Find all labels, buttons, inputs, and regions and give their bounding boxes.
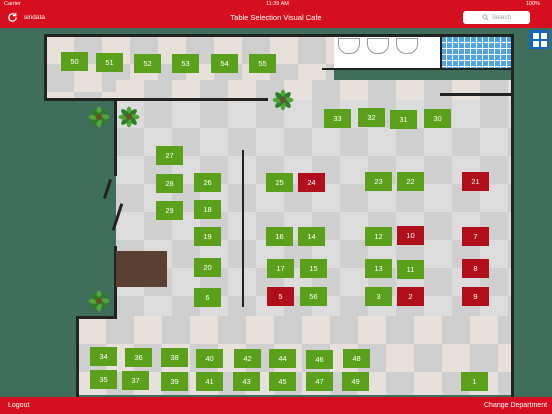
table-36[interactable]: 36 — [125, 348, 152, 367]
search-input[interactable]: Search — [463, 11, 530, 24]
table-46[interactable]: 46 — [306, 350, 333, 369]
table-13[interactable]: 13 — [365, 259, 392, 278]
table-25[interactable]: 25 — [266, 173, 293, 192]
bottom-bar: Logout Change Department — [0, 397, 552, 414]
wall — [76, 316, 79, 397]
wall — [440, 93, 512, 96]
table-40[interactable]: 40 — [196, 349, 223, 368]
table-19[interactable]: 19 — [194, 227, 221, 246]
table-28[interactable]: 28 — [156, 174, 183, 193]
table-35[interactable]: 35 — [90, 370, 117, 389]
table-52[interactable]: 52 — [134, 54, 161, 73]
plant-icon — [272, 89, 294, 111]
table-30[interactable]: 30 — [424, 109, 451, 128]
grid-view-icon[interactable] — [529, 30, 549, 49]
table-34[interactable]: 34 — [90, 347, 117, 366]
table-48[interactable]: 48 — [343, 349, 370, 368]
table-14[interactable]: 14 — [298, 227, 325, 246]
restroom-tiles — [440, 36, 512, 69]
search-icon — [482, 14, 489, 21]
table-10[interactable]: 10 — [397, 226, 424, 245]
wall — [440, 36, 442, 69]
clock: 11:39 AM — [266, 1, 289, 7]
wall — [44, 34, 47, 101]
table-7[interactable]: 7 — [462, 227, 489, 246]
wall — [76, 316, 117, 319]
table-41[interactable]: 41 — [196, 372, 223, 391]
navigation-bar: sindata Table Selection Visual Cafe Sear… — [0, 8, 552, 28]
table-54[interactable]: 54 — [211, 54, 238, 73]
table-12[interactable]: 12 — [365, 227, 392, 246]
wall — [322, 68, 514, 70]
table-44[interactable]: 44 — [269, 349, 296, 368]
table-26[interactable]: 26 — [194, 173, 221, 192]
wall — [511, 34, 514, 397]
table-39[interactable]: 39 — [161, 372, 188, 391]
table-53[interactable]: 53 — [172, 54, 199, 73]
counter — [116, 251, 167, 287]
table-47[interactable]: 47 — [306, 372, 333, 391]
table-27[interactable]: 27 — [156, 146, 183, 165]
table-24[interactable]: 24 — [298, 173, 325, 192]
table-21[interactable]: 21 — [462, 172, 489, 191]
wall — [44, 98, 268, 101]
table-31[interactable]: 31 — [390, 110, 417, 129]
table-55[interactable]: 55 — [249, 54, 276, 73]
table-22[interactable]: 22 — [397, 172, 424, 191]
table-49[interactable]: 49 — [342, 372, 369, 391]
table-38[interactable]: 38 — [161, 348, 188, 367]
table-18[interactable]: 18 — [194, 200, 221, 219]
status-bar: Carrier 11:39 AM 100% — [0, 0, 552, 8]
table-33[interactable]: 33 — [324, 109, 351, 128]
table-8[interactable]: 8 — [462, 259, 489, 278]
table-42[interactable]: 42 — [234, 349, 261, 368]
table-29[interactable]: 29 — [156, 201, 183, 220]
table-56[interactable]: 56 — [300, 287, 327, 306]
table-1[interactable]: 1 — [461, 372, 488, 391]
table-20[interactable]: 20 — [194, 258, 221, 277]
logout-button[interactable]: Logout — [8, 402, 29, 409]
door — [102, 179, 113, 199]
table-51[interactable]: 51 — [96, 53, 123, 72]
plant-icon — [88, 290, 110, 312]
table-37[interactable]: 37 — [122, 371, 149, 390]
table-3[interactable]: 3 — [365, 287, 392, 306]
table-16[interactable]: 16 — [266, 227, 293, 246]
search-placeholder: Search — [491, 14, 511, 21]
battery-level: 100% — [526, 1, 541, 7]
wall — [242, 150, 244, 307]
plant-icon — [118, 106, 140, 128]
table-2[interactable]: 2 — [397, 287, 424, 306]
table-11[interactable]: 11 — [397, 260, 424, 279]
table-17[interactable]: 17 — [267, 259, 294, 278]
table-6[interactable]: 6 — [194, 288, 221, 307]
plant-icon — [88, 106, 110, 128]
carrier-label: Carrier — [4, 1, 21, 7]
table-45[interactable]: 45 — [269, 372, 296, 391]
change-department-button[interactable]: Change Department — [484, 402, 547, 409]
table-23[interactable]: 23 — [365, 172, 392, 191]
wall — [44, 34, 513, 37]
table-5[interactable]: 5 — [267, 287, 294, 306]
table-43[interactable]: 43 — [233, 372, 260, 391]
table-32[interactable]: 32 — [358, 108, 385, 127]
table-9[interactable]: 9 — [462, 287, 489, 306]
table-15[interactable]: 15 — [300, 259, 327, 278]
table-50[interactable]: 50 — [61, 52, 88, 71]
wall — [114, 98, 117, 176]
